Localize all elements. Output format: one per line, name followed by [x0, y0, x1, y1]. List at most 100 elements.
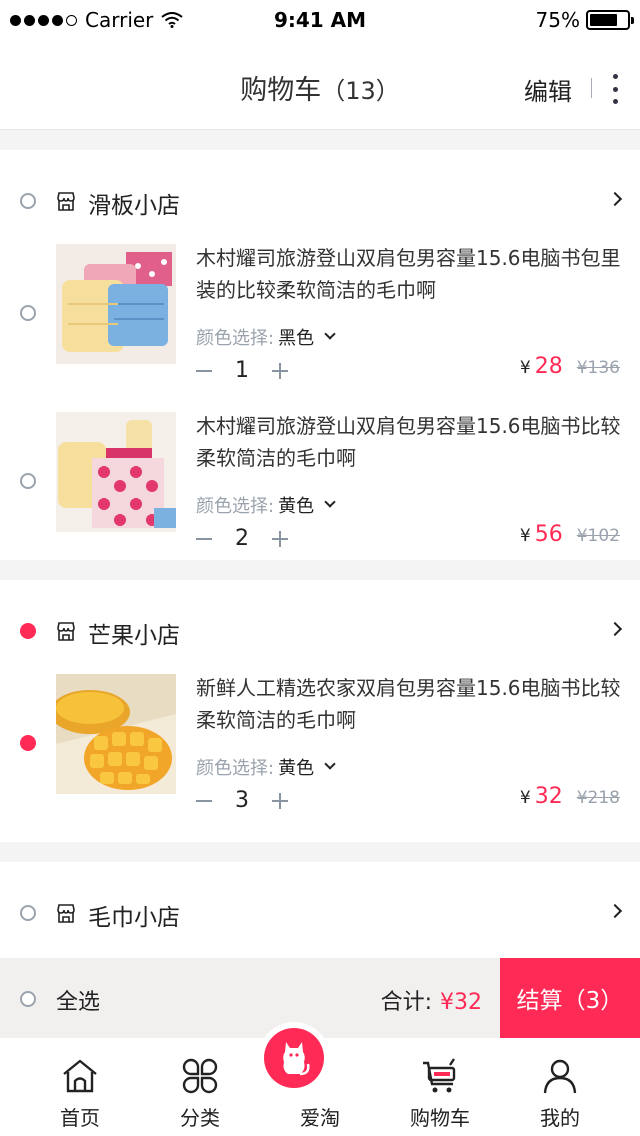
chevron-right-icon[interactable]	[607, 191, 623, 207]
product-title[interactable]: 新鲜人工精选农家双肩包男容量15.6电脑书比较柔软简洁的毛巾啊	[196, 672, 626, 736]
checkout-button[interactable]: 结算（3）	[500, 958, 640, 1038]
cart-item: 木村耀司旅游登山双肩包男容量15.6电脑书包里装的比较柔软简洁的毛巾啊 颜色选择…	[0, 244, 640, 418]
spec-selector[interactable]: 颜色选择: 黄色	[196, 492, 336, 518]
status-bar: Carrier 9:41 AM 75%	[0, 0, 640, 40]
shop-select-radio[interactable]	[20, 623, 36, 639]
battery-percent: 75%	[535, 8, 580, 32]
chevron-right-icon[interactable]	[607, 903, 623, 919]
shop-header[interactable]: 芒果小店	[0, 580, 640, 680]
page-title-text: 购物车	[240, 75, 322, 106]
tab-label: 购物车	[410, 1106, 470, 1130]
currency-symbol: ¥	[519, 526, 531, 546]
select-all-radio[interactable]	[20, 991, 36, 1007]
spec-label: 颜色选择:	[196, 496, 275, 517]
battery-icon	[586, 10, 634, 30]
product-image-towel-gift-box[interactable]	[56, 412, 176, 532]
product-title[interactable]: 木村耀司旅游登山双肩包男容量15.6电脑书比较柔软简洁的毛巾啊	[196, 410, 626, 474]
current-price: 56	[534, 522, 563, 547]
spec-value: 黄色	[278, 758, 315, 779]
quantity-value[interactable]: 3	[212, 788, 272, 813]
chevron-down-icon	[324, 496, 336, 508]
item-select-radio[interactable]	[20, 735, 36, 751]
spec-value: 黑色	[278, 328, 315, 349]
shop-header[interactable]: 滑板小店	[0, 150, 640, 250]
edit-button[interactable]: 编辑	[524, 72, 572, 107]
current-price: 32	[534, 784, 563, 809]
user-icon	[543, 1059, 577, 1094]
currency-symbol: ¥	[519, 788, 531, 808]
quantity-value[interactable]: 2	[212, 526, 272, 551]
home-icon	[63, 1059, 97, 1093]
select-all-label[interactable]: 全选	[56, 984, 100, 1016]
total-amount: ¥32	[440, 990, 482, 1015]
original-price: ¥102	[576, 526, 620, 546]
plus-icon[interactable]	[272, 362, 288, 379]
cart-item: 新鲜人工精选农家双肩包男容量15.6电脑书比较柔软简洁的毛巾啊 颜色选择: 黄色 …	[0, 674, 640, 848]
battery-status: 75%	[535, 8, 634, 32]
store-icon	[57, 192, 75, 211]
total-label: 合计:	[380, 990, 432, 1015]
product-image-towels[interactable]	[56, 244, 176, 364]
price: ¥32 ¥218	[520, 784, 620, 809]
spec-selector[interactable]: 颜色选择: 黑色	[196, 324, 336, 350]
tab-label: 我的	[540, 1106, 580, 1130]
quantity-stepper: 1	[196, 358, 288, 383]
chevron-down-icon	[324, 328, 336, 340]
shop-name: 毛巾小店	[88, 905, 180, 931]
spec-value: 黄色	[278, 496, 315, 517]
minus-icon[interactable]	[196, 369, 212, 372]
cart-item: 木村耀司旅游登山双肩包男容量15.6电脑书比较柔软简洁的毛巾啊 颜色选择: 黄色 …	[0, 412, 640, 586]
original-price: ¥136	[576, 358, 620, 378]
quantity-value[interactable]: 1	[212, 358, 272, 383]
total-price: 合计: ¥32	[381, 984, 482, 1016]
nav-divider	[591, 78, 592, 98]
spec-label: 颜色选择:	[196, 328, 275, 349]
tab-cart[interactable]: 购物车	[376, 1038, 504, 1136]
original-price: ¥218	[576, 788, 620, 808]
plus-icon[interactable]	[272, 530, 288, 547]
tab-label: 首页	[60, 1106, 100, 1130]
item-select-radio[interactable]	[20, 305, 36, 321]
cat-icon	[283, 1042, 310, 1076]
minus-icon[interactable]	[196, 537, 212, 540]
price: ¥56 ¥102	[520, 522, 620, 547]
cart-list: 滑板小店 木村耀司旅游登山双肩包男容量15.6电脑书包里装的比较柔软简洁的毛巾啊…	[0, 130, 640, 1062]
tab-label: 爱淘	[300, 1106, 340, 1130]
shop-name: 滑板小店	[88, 193, 180, 219]
tab-aitao[interactable]: 爱淘	[256, 1022, 384, 1136]
tab-mine[interactable]: 我的	[496, 1038, 624, 1136]
shop-header[interactable]: 毛巾小店	[0, 862, 640, 962]
tab-category[interactable]: 分类	[136, 1038, 264, 1136]
category-icon	[182, 1058, 218, 1094]
chevron-right-icon[interactable]	[607, 621, 623, 637]
quantity-stepper: 2	[196, 526, 288, 551]
product-image-mango[interactable]	[56, 674, 176, 794]
product-title[interactable]: 木村耀司旅游登山双肩包男容量15.6电脑书包里装的比较柔软简洁的毛巾啊	[196, 242, 626, 306]
shop-select-radio[interactable]	[20, 905, 36, 921]
shop-name: 芒果小店	[88, 623, 180, 649]
store-icon	[57, 904, 75, 923]
spec-selector[interactable]: 颜色选择: 黄色	[196, 754, 336, 780]
shop-select-radio[interactable]	[20, 193, 36, 209]
spec-label: 颜色选择:	[196, 758, 275, 779]
shop-card: 芒果小店 新鲜人工精选农家双肩包男容量15.6电脑书比较柔软简洁的毛巾啊 颜色选…	[0, 580, 640, 842]
tab-home[interactable]: 首页	[16, 1038, 144, 1136]
minus-icon[interactable]	[196, 799, 212, 802]
chevron-down-icon	[324, 758, 336, 770]
currency-symbol: ¥	[519, 358, 531, 378]
store-icon	[57, 622, 75, 641]
price: ¥28 ¥136	[520, 354, 620, 379]
plus-icon[interactable]	[272, 792, 288, 809]
quantity-stepper: 3	[196, 788, 288, 813]
more-icon[interactable]	[611, 74, 619, 104]
tab-bar: 首页 分类 爱淘 购物车 我的	[0, 1022, 640, 1136]
checkout-bar: 全选 合计: ¥32 结算（3）	[0, 958, 640, 1038]
cart-icon	[423, 1058, 456, 1093]
aitao-badge	[258, 1022, 330, 1094]
item-select-radio[interactable]	[20, 473, 36, 489]
tab-label: 分类	[180, 1106, 220, 1130]
cart-count: （13）	[321, 77, 400, 105]
shop-card: 滑板小店 木村耀司旅游登山双肩包男容量15.6电脑书包里装的比较柔软简洁的毛巾啊…	[0, 150, 640, 560]
current-price: 28	[534, 354, 563, 379]
nav-bar: 购物车（13） 编辑	[0, 40, 640, 130]
